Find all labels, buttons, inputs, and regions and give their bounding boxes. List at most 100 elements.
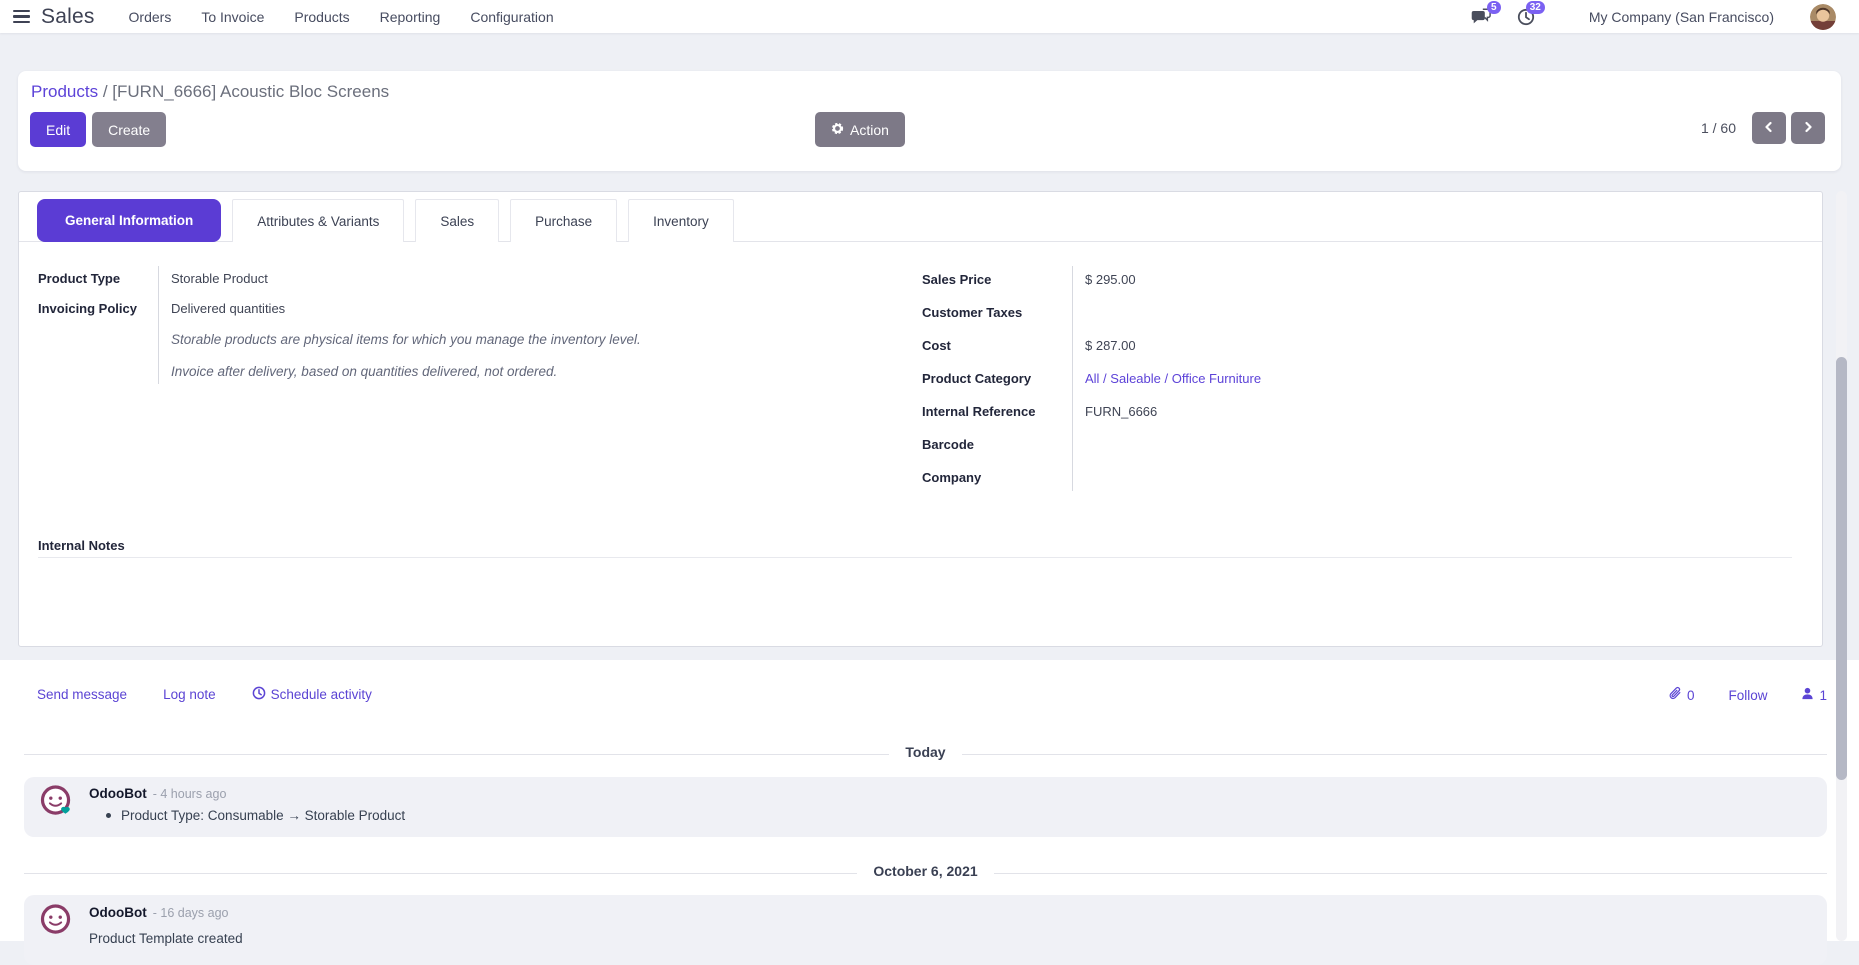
breadcrumb-current: [FURN_6666] Acoustic Bloc Screens <box>112 82 389 101</box>
tab-inventory[interactable]: Inventory <box>628 199 734 242</box>
field-value: $ 295.00 <box>1072 263 1802 296</box>
date-divider-october: October 6, 2021 <box>24 863 1827 883</box>
pager: 1 / 60 <box>1701 112 1825 144</box>
field-label: Internal Reference <box>922 395 1072 428</box>
company-switcher[interactable]: My Company (San Francisco) <box>1589 9 1774 25</box>
form-sheet: General Information Attributes & Variant… <box>18 191 1823 647</box>
field-label: Invoicing Policy <box>38 293 158 323</box>
helper-text-row: Invoice after delivery, based on quantit… <box>38 355 888 387</box>
user-avatar[interactable] <box>1810 4 1836 30</box>
field-value: Delivered quantities <box>158 293 888 323</box>
chatter: Send message Log note Schedule activity … <box>0 660 1859 941</box>
field-value: Storable Product <box>158 263 888 293</box>
message-body: Product Type: Consumable → Storable Prod… <box>106 808 405 823</box>
control-panel: Products / [FURN_6666] Acoustic Bloc Scr… <box>18 71 1841 171</box>
menu-configuration[interactable]: Configuration <box>470 9 553 25</box>
chevron-right-icon <box>1802 121 1814 136</box>
vertical-scrollbar-thumb[interactable] <box>1836 357 1847 780</box>
tab-purchase[interactable]: Purchase <box>510 199 617 242</box>
create-button[interactable]: Create <box>92 112 166 147</box>
field-internal-reference: Internal Reference FURN_6666 <box>922 395 1802 428</box>
chatter-message: OdooBot - 16 days ago Product Template c… <box>24 895 1827 965</box>
menu-orders[interactable]: Orders <box>129 9 172 25</box>
message-body: Product Template created <box>89 931 243 946</box>
message-timestamp: - 16 days ago <box>153 906 229 920</box>
form-group-left: Product Type Storable Product Invoicing … <box>38 263 888 387</box>
pager-counter: 1 / 60 <box>1701 120 1736 136</box>
product-category-link[interactable]: All / Saleable / Office Furniture <box>1085 371 1261 386</box>
message-author: OdooBot <box>89 905 147 920</box>
follow-button[interactable]: Follow <box>1728 688 1767 703</box>
group-separator-line <box>158 266 159 384</box>
bullet-icon <box>106 813 111 818</box>
tab-general-information[interactable]: General Information <box>37 199 221 242</box>
chatter-actions: Send message Log note Schedule activity <box>37 686 372 703</box>
field-product-category: Product Category All / Saleable / Office… <box>922 362 1802 395</box>
breadcrumb-separator: / <box>103 82 108 101</box>
breadcrumb: Products / [FURN_6666] Acoustic Bloc Scr… <box>31 82 389 102</box>
field-label: Barcode <box>922 428 1072 461</box>
messages-button[interactable]: 5 <box>1471 8 1491 25</box>
log-note-button[interactable]: Log note <box>163 687 216 702</box>
notebook-tabs: General Information Attributes & Variant… <box>19 192 1822 242</box>
field-label: Customer Taxes <box>922 296 1072 329</box>
field-cost: Cost $ 287.00 <box>922 329 1802 362</box>
field-label: Product Category <box>922 362 1072 395</box>
invoicing-policy-helper-text: Invoice after delivery, based on quantit… <box>158 355 888 387</box>
form-buttons: Edit Create <box>30 112 166 147</box>
field-value <box>1072 461 1802 494</box>
field-company: Company <box>922 461 1802 494</box>
tab-sales[interactable]: Sales <box>415 199 499 242</box>
date-divider-today: Today <box>24 744 1827 764</box>
attachments-button[interactable]: 0 <box>1668 686 1695 704</box>
field-label: Product Type <box>38 263 158 293</box>
field-product-type: Product Type Storable Product <box>38 263 888 293</box>
field-sales-price: Sales Price $ 295.00 <box>922 263 1802 296</box>
internal-notes-section: Internal Notes <box>38 537 1792 558</box>
chevron-left-icon <box>1763 121 1775 136</box>
chatter-message: OdooBot - 4 hours ago Product Type: Cons… <box>24 777 1827 837</box>
field-value <box>1072 428 1802 461</box>
odoobot-avatar <box>39 784 73 818</box>
field-label: Sales Price <box>922 263 1072 296</box>
menu-reporting[interactable]: Reporting <box>380 9 441 25</box>
activities-button[interactable]: 32 <box>1517 8 1535 26</box>
tab-attributes-variants[interactable]: Attributes & Variants <box>232 199 404 242</box>
field-barcode: Barcode <box>922 428 1802 461</box>
navbar-right: 5 32 My Company (San Francisco) <box>1471 4 1859 30</box>
helper-text-row: Storable products are physical items for… <box>38 323 888 355</box>
message-author: OdooBot <box>89 786 147 801</box>
menu-to-invoice[interactable]: To Invoice <box>201 9 264 25</box>
pager-next-button[interactable] <box>1791 112 1825 144</box>
messages-count-badge: 5 <box>1487 1 1501 14</box>
field-label: Cost <box>922 329 1072 362</box>
field-value: $ 287.00 <box>1072 329 1802 362</box>
main-menu: Orders To Invoice Products Reporting Con… <box>129 9 554 25</box>
person-icon <box>1801 687 1814 703</box>
message-timestamp: - 4 hours ago <box>153 787 227 801</box>
field-label: Company <box>922 461 1072 494</box>
apps-menu-icon[interactable] <box>13 10 30 23</box>
message-header: OdooBot - 4 hours ago <box>89 786 226 801</box>
activities-count-badge: 32 <box>1526 1 1545 14</box>
schedule-activity-button[interactable]: Schedule activity <box>252 686 372 703</box>
field-value <box>1072 296 1802 329</box>
gear-icon <box>831 122 844 138</box>
form-group-right: Sales Price $ 295.00 Customer Taxes Cost… <box>922 263 1802 494</box>
clock-icon <box>252 686 266 703</box>
app-title: Sales <box>41 5 95 29</box>
action-button[interactable]: Action <box>815 112 905 147</box>
menu-products[interactable]: Products <box>294 9 349 25</box>
odoobot-avatar <box>39 903 73 937</box>
group-separator-line <box>1072 266 1073 491</box>
vertical-scrollbar-track <box>1836 191 1847 941</box>
send-message-button[interactable]: Send message <box>37 687 127 702</box>
followers-button[interactable]: 1 <box>1801 687 1827 703</box>
message-header: OdooBot - 16 days ago <box>89 905 228 920</box>
edit-button[interactable]: Edit <box>30 112 86 147</box>
field-value: FURN_6666 <box>1072 395 1802 428</box>
product-type-helper-text: Storable products are physical items for… <box>158 323 888 355</box>
pager-previous-button[interactable] <box>1752 112 1786 144</box>
breadcrumb-products-link[interactable]: Products <box>31 82 98 101</box>
top-navbar: Sales Orders To Invoice Products Reporti… <box>0 0 1859 33</box>
